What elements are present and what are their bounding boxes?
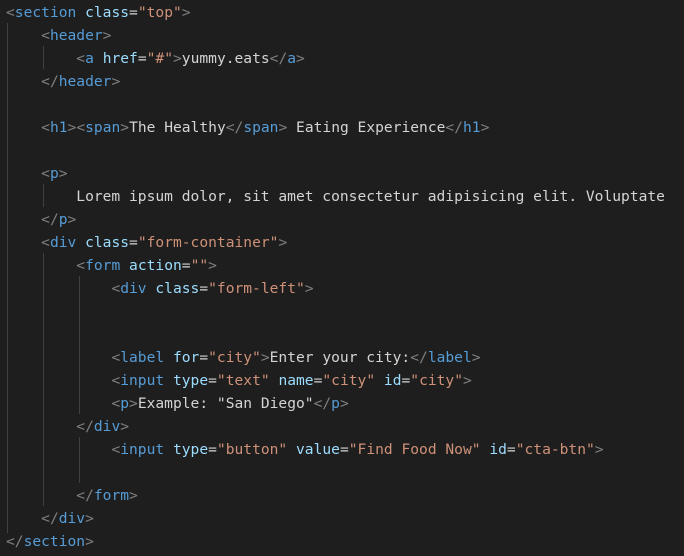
code-line[interactable]: <div class="form-container"> [6,231,287,254]
code-line[interactable]: <header> [6,24,111,47]
code-line[interactable]: </p> [6,208,76,231]
code-line[interactable]: <form action=""> [6,254,217,277]
code-line[interactable]: <a href="#">yummy.eats</a> [6,47,305,70]
code-line[interactable]: <input type="button" value="Find Food No… [6,438,603,461]
code-line[interactable]: </header> [6,70,120,93]
code-line[interactable]: <label for="city">Enter your city:</labe… [6,346,480,369]
code-line[interactable]: <section class="top"> [6,1,191,24]
code-line[interactable]: </div> [6,507,94,530]
code-line[interactable]: </section> [6,530,94,553]
code-line[interactable]: </form> [6,484,138,507]
code-line[interactable]: Lorem ipsum dolor, sit amet consectetur … [6,185,665,208]
code-line[interactable]: </div> [6,415,129,438]
code-line[interactable]: <p>Example: "San Diego"</p> [6,392,348,415]
code-line[interactable]: <h1><span>The Healthy</span> Eating Expe… [6,116,489,139]
code-line[interactable]: <div class="form-left"> [6,277,313,300]
code-editor[interactable]: <section class="top"> <header> <a href="… [0,0,684,556]
code-line[interactable]: <p> [6,162,67,185]
code-line[interactable]: <input type="text" name="city" id="city"… [6,369,471,392]
